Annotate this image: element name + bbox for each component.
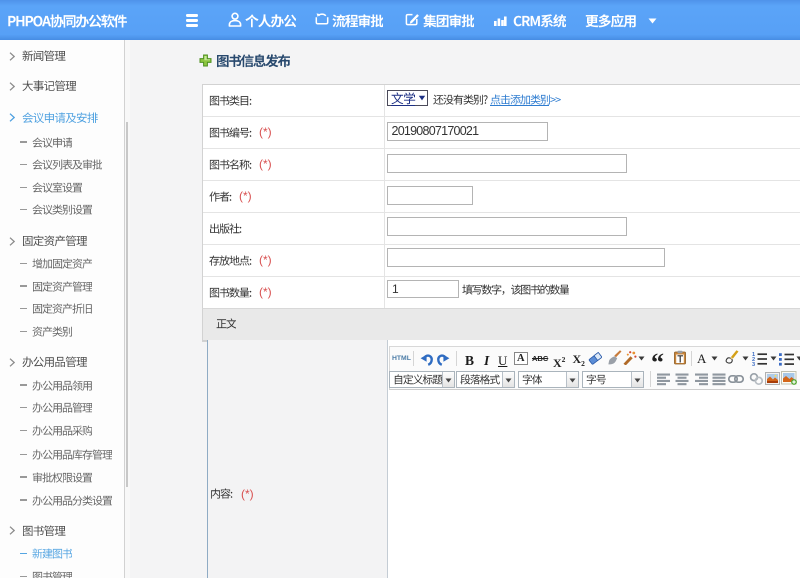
svg-text:3: 3	[752, 362, 755, 366]
